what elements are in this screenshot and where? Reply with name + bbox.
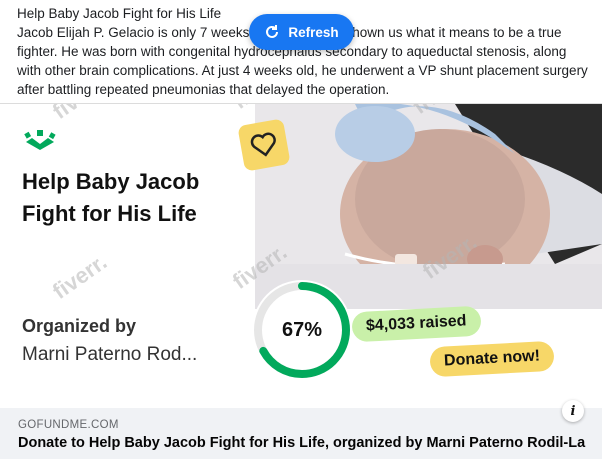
info-icon[interactable]: i <box>562 400 584 422</box>
donate-now-button[interactable]: Donate now! <box>429 340 555 378</box>
link-domain: GOFUNDME.COM <box>18 419 119 431</box>
organizer-name: Marni Paterno Rod... <box>22 344 198 365</box>
watermark: fiverr. <box>48 104 112 125</box>
link-title[interactable]: Donate to Help Baby Jacob Fight for His … <box>18 435 585 451</box>
link-preview-card[interactable]: Help Baby Jacob Fight for His Life Organ… <box>0 103 602 409</box>
link-footer[interactable]: GOFUNDME.COM Donate to Help Baby Jacob F… <box>0 400 602 459</box>
card-title: Help Baby Jacob Fight for His Life <box>22 169 200 226</box>
gofundme-logo <box>24 130 56 150</box>
watermark: fiverr. <box>47 249 112 305</box>
heart-icon <box>250 132 276 157</box>
heart-badge <box>237 118 291 172</box>
amount-raised: $4,033 raised <box>351 305 482 343</box>
organized-by-label: Organized by <box>22 316 137 336</box>
refresh-icon <box>266 25 279 38</box>
refresh-label: Refresh <box>288 24 339 40</box>
progress-percent: 67% <box>281 318 323 341</box>
refresh-button[interactable]: Refresh <box>249 14 354 50</box>
